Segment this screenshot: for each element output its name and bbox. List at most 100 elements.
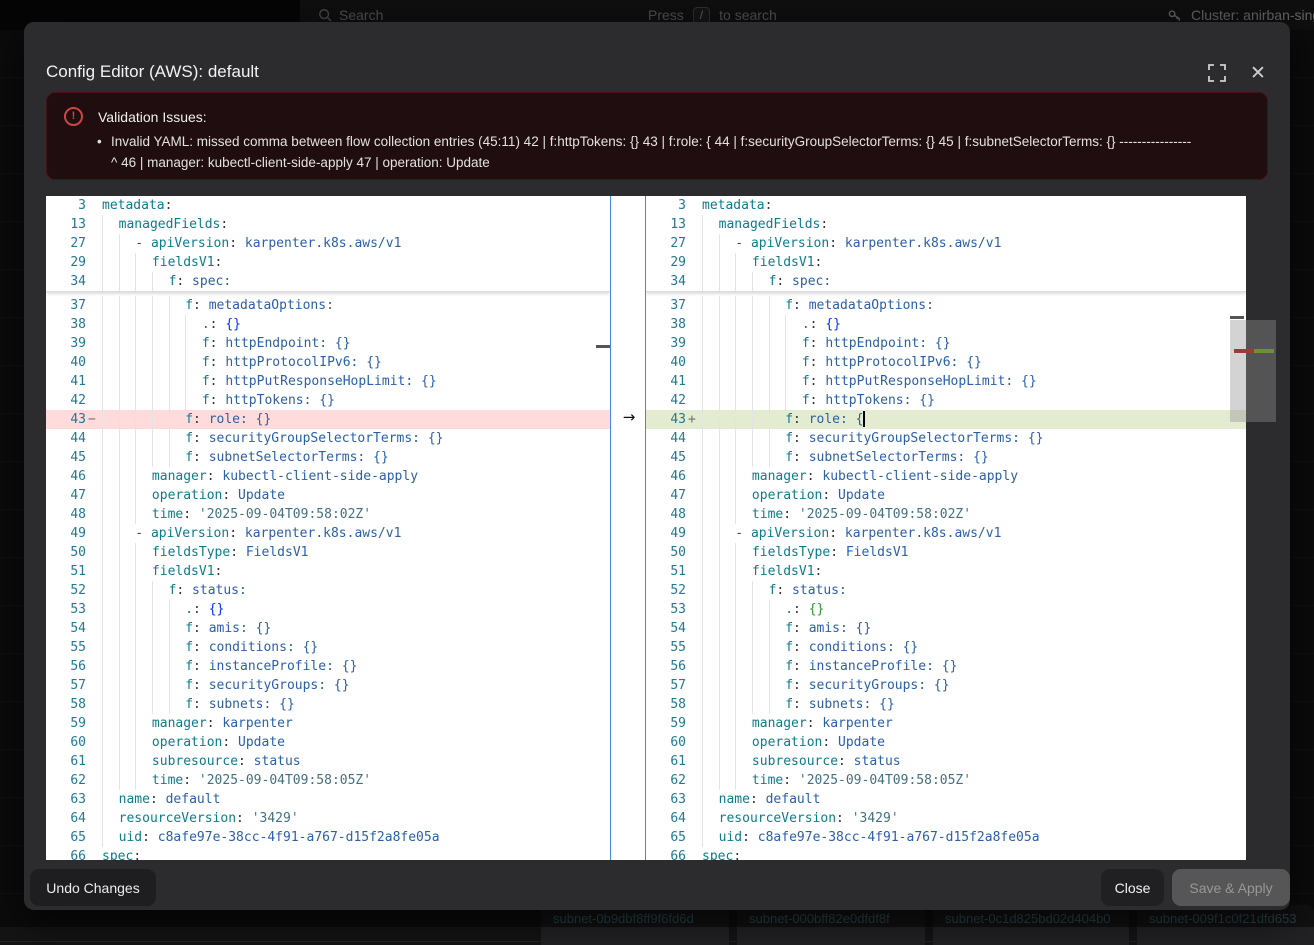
- line-number: 58: [646, 695, 686, 714]
- line-number: 55: [46, 638, 86, 657]
- code-line[interactable]: 50fieldsType: FieldsV1: [646, 543, 1246, 562]
- code-line[interactable]: 53.: {}: [646, 600, 1246, 619]
- code-line[interactable]: 55f: conditions: {}: [646, 638, 1246, 657]
- code-line[interactable]: 41f: httpPutResponseHopLimit: {}: [46, 372, 610, 391]
- code-line[interactable]: 29fieldsV1:: [646, 253, 1246, 272]
- close-icon[interactable]: ✕: [1248, 64, 1268, 84]
- code-line[interactable]: 54f: amis: {}: [646, 619, 1246, 638]
- code-line[interactable]: 56f: instanceProfile: {}: [646, 657, 1246, 676]
- code-line[interactable]: 56f: instanceProfile: {}: [46, 657, 610, 676]
- code-line[interactable]: 44f: securityGroupSelectorTerms: {}: [646, 429, 1246, 448]
- diff-sign: [86, 372, 102, 391]
- save-apply-button[interactable]: Save & Apply: [1172, 869, 1290, 906]
- diff-sign: [686, 828, 702, 847]
- code-line[interactable]: 38.: {}: [646, 315, 1246, 334]
- code-line[interactable]: 37f: metadataOptions:: [46, 296, 610, 315]
- code-line[interactable]: 51fieldsV1:: [46, 562, 610, 581]
- code-line[interactable]: 29fieldsV1:: [46, 253, 610, 272]
- diff-sign: [686, 695, 702, 714]
- code-line[interactable]: 51fieldsV1:: [646, 562, 1246, 581]
- code-line[interactable]: 52f: status:: [46, 581, 610, 600]
- code-line[interactable]: 50fieldsType: FieldsV1: [46, 543, 610, 562]
- code-line[interactable]: 60operation: Update: [46, 733, 610, 752]
- code-line[interactable]: 27- apiVersion: karpenter.k8s.aws/v1: [646, 234, 1246, 253]
- code-line[interactable]: 64resourceVersion: '3429': [46, 809, 610, 828]
- diff-sign: [86, 600, 102, 619]
- line-number: 65: [46, 828, 86, 847]
- code-line[interactable]: 59manager: karpenter: [46, 714, 610, 733]
- code-line[interactable]: 53.: {}: [46, 600, 610, 619]
- code-line[interactable]: 58f: subnets: {}: [646, 695, 1246, 714]
- code-line[interactable]: 60operation: Update: [646, 733, 1246, 752]
- code-line[interactable]: 45f: subnetSelectorTerms: {}: [646, 448, 1246, 467]
- code-line[interactable]: 34f: spec:: [46, 272, 610, 291]
- code-line[interactable]: 27- apiVersion: karpenter.k8s.aws/v1: [46, 234, 610, 253]
- code-line[interactable]: 66spec:: [46, 847, 610, 860]
- code-line[interactable]: 54f: amis: {}: [46, 619, 610, 638]
- code-line[interactable]: 62time: '2025-09-04T09:58:05Z': [46, 771, 610, 790]
- code-line[interactable]: 13managedFields:: [646, 215, 1246, 234]
- original-editor-pane[interactable]: 3metadata:13managedFields:27- apiVersion…: [46, 196, 610, 860]
- code-line[interactable]: 46manager: kubectl-client-side-apply: [646, 467, 1246, 486]
- code-line[interactable]: 63name: default: [46, 790, 610, 809]
- diff-sign: [686, 196, 702, 215]
- code-line[interactable]: 42f: httpTokens: {}: [646, 391, 1246, 410]
- code-line[interactable]: 45f: subnetSelectorTerms: {}: [46, 448, 610, 467]
- code-line[interactable]: 47operation: Update: [646, 486, 1246, 505]
- original-code[interactable]: 37f: metadataOptions:38.: {}39f: httpEnd…: [46, 292, 610, 860]
- code-line[interactable]: 57f: securityGroups: {}: [646, 676, 1246, 695]
- code-line[interactable]: 61subresource: status: [646, 752, 1246, 771]
- code-line[interactable]: 49- apiVersion: karpenter.k8s.aws/v1: [646, 524, 1246, 543]
- diff-sign: [686, 771, 702, 790]
- code-line[interactable]: 57f: securityGroups: {}: [46, 676, 610, 695]
- code-line[interactable]: 42f: httpTokens: {}: [46, 391, 610, 410]
- code-line[interactable]: 44f: securityGroupSelectorTerms: {}: [46, 429, 610, 448]
- fullscreen-icon[interactable]: [1208, 64, 1228, 84]
- code-line[interactable]: 62time: '2025-09-04T09:58:05Z': [646, 771, 1246, 790]
- code-line[interactable]: 43−f: role: {}: [46, 410, 610, 429]
- code-line[interactable]: 65uid: c8afe97e-38cc-4f91-a767-d15f2a8fe…: [46, 828, 610, 847]
- line-number: 61: [646, 752, 686, 771]
- code-line[interactable]: 39f: httpEndpoint: {}: [646, 334, 1246, 353]
- yaml-diff-editor[interactable]: 3metadata:13managedFields:27- apiVersion…: [46, 196, 1246, 860]
- line-number: 39: [646, 334, 686, 353]
- code-line[interactable]: 34f: spec:: [646, 272, 1246, 291]
- modified-code[interactable]: 37f: metadataOptions:38.: {}39f: httpEnd…: [646, 292, 1246, 860]
- code-line[interactable]: 58f: subnets: {}: [46, 695, 610, 714]
- revert-change-arrow[interactable]: →: [618, 408, 640, 427]
- code-line[interactable]: 64resourceVersion: '3429': [646, 809, 1246, 828]
- code-line[interactable]: 40f: httpProtocolIPv6: {}: [46, 353, 610, 372]
- code-line[interactable]: 3metadata:: [646, 196, 1246, 215]
- code-line[interactable]: 39f: httpEndpoint: {}: [46, 334, 610, 353]
- line-number: 48: [646, 505, 686, 524]
- code-line[interactable]: 41f: httpPutResponseHopLimit: {}: [646, 372, 1246, 391]
- sticky-scroll-modified: 3metadata:13managedFields:27- apiVersion…: [646, 196, 1246, 292]
- code-line[interactable]: 37f: metadataOptions:: [646, 296, 1246, 315]
- code-line[interactable]: 59manager: karpenter: [646, 714, 1246, 733]
- code-line[interactable]: 61subresource: status: [46, 752, 610, 771]
- code-line[interactable]: 48time: '2025-09-04T09:58:02Z': [46, 505, 610, 524]
- line-number: 44: [46, 429, 86, 448]
- code-line[interactable]: 63name: default: [646, 790, 1246, 809]
- line-number: 56: [46, 657, 86, 676]
- close-button[interactable]: Close: [1101, 869, 1164, 906]
- code-line[interactable]: 55f: conditions: {}: [46, 638, 610, 657]
- modified-editor-pane[interactable]: 3metadata:13managedFields:27- apiVersion…: [646, 196, 1246, 860]
- code-line[interactable]: 46manager: kubectl-client-side-apply: [46, 467, 610, 486]
- code-line[interactable]: 47operation: Update: [46, 486, 610, 505]
- code-line[interactable]: 65uid: c8afe97e-38cc-4f91-a767-d15f2a8fe…: [646, 828, 1246, 847]
- diff-sign: [86, 543, 102, 562]
- line-number: 54: [46, 619, 86, 638]
- scrollbar-slider[interactable]: [1230, 320, 1276, 422]
- code-line[interactable]: 3metadata:: [46, 196, 610, 215]
- diff-sign: [686, 581, 702, 600]
- code-line[interactable]: 66spec:: [646, 847, 1246, 860]
- code-line[interactable]: 13managedFields:: [46, 215, 610, 234]
- code-line[interactable]: 49- apiVersion: karpenter.k8s.aws/v1: [46, 524, 610, 543]
- code-line[interactable]: 48time: '2025-09-04T09:58:02Z': [646, 505, 1246, 524]
- undo-changes-button[interactable]: Undo Changes: [30, 869, 156, 906]
- code-line[interactable]: 43+f: role: {: [646, 410, 1246, 429]
- code-line[interactable]: 38.: {}: [46, 315, 610, 334]
- code-line[interactable]: 40f: httpProtocolIPv6: {}: [646, 353, 1246, 372]
- code-line[interactable]: 52f: status:: [646, 581, 1246, 600]
